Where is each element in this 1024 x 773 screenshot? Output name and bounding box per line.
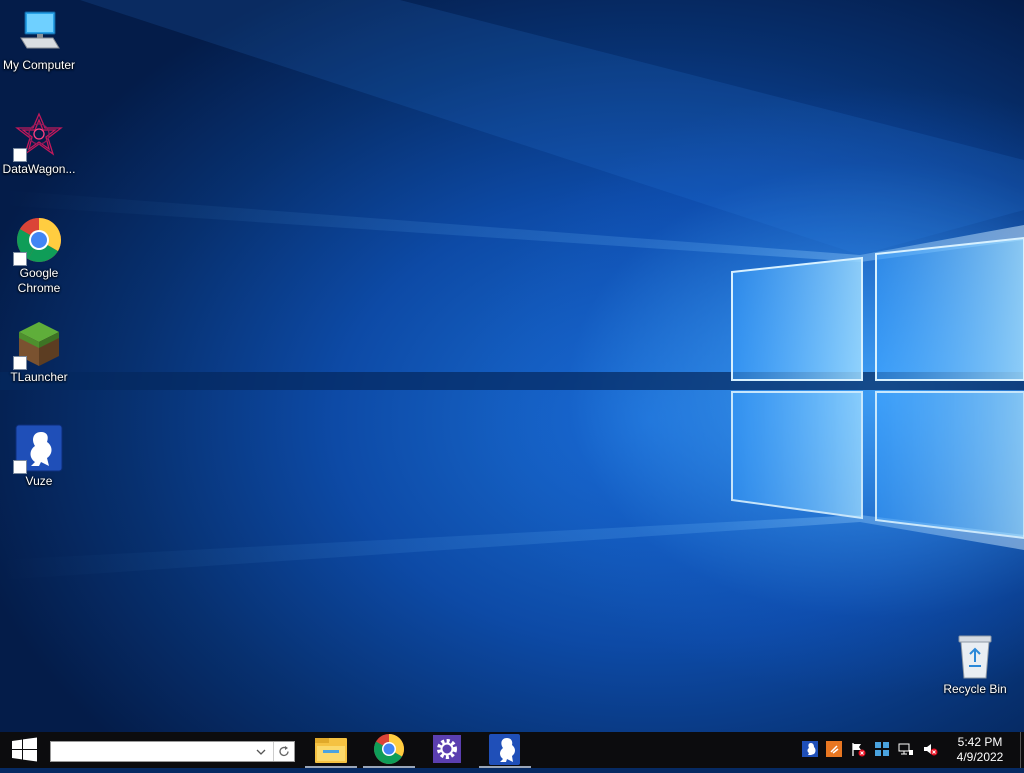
desktop-icon-label: Google Chrome <box>17 266 61 295</box>
desktop-icon-datawagon[interactable]: DataWagon... <box>0 112 78 177</box>
taskbar-app-chrome[interactable] <box>361 732 417 768</box>
desktop-icon-tlauncher[interactable]: TLauncher <box>0 320 78 385</box>
chrome-icon <box>13 216 63 266</box>
desktop-icon-label: Recycle Bin <box>943 682 1007 696</box>
clock-date: 4/9/2022 <box>956 750 1004 764</box>
show-desktop-button[interactable] <box>1020 732 1024 768</box>
shortcut-arrow-icon <box>13 252 27 266</box>
taskbar-app-file-explorer[interactable] <box>303 732 359 768</box>
taskbar-search-box[interactable] <box>50 741 295 762</box>
desktop-icon-recycle-bin[interactable]: Recycle Bin <box>936 632 1014 697</box>
desktop-icon-google-chrome[interactable]: Google Chrome <box>0 216 78 296</box>
recycle-bin-icon <box>951 632 999 680</box>
search-input[interactable] <box>53 743 249 760</box>
desktop-icon-my-computer[interactable]: My Computer <box>0 8 78 73</box>
taskbar-clock[interactable]: 5:42 PM 4/9/2022 <box>944 735 1016 765</box>
action-center-flag-icon[interactable] <box>850 741 866 757</box>
windows-logo-icon <box>12 737 37 762</box>
taskbar-app-settings[interactable] <box>419 732 475 768</box>
folder-icon <box>315 738 347 763</box>
volume-muted-icon[interactable] <box>922 741 938 757</box>
start-button[interactable] <box>0 732 48 768</box>
shortcut-arrow-icon <box>13 148 27 162</box>
taskbar: 5:42 PM 4/9/2022 <box>0 732 1024 768</box>
vuze-icon <box>489 734 520 765</box>
windows-defender-icon[interactable] <box>874 741 890 757</box>
computer-icon <box>15 8 63 56</box>
shortcut-arrow-icon <box>13 460 27 474</box>
clock-time: 5:42 PM <box>957 735 1003 749</box>
desktop-icon-label: Vuze <box>25 474 53 488</box>
desktop-icon-vuze[interactable]: Vuze <box>0 424 78 489</box>
gear-icon <box>433 735 461 763</box>
java-update-icon[interactable] <box>826 741 842 757</box>
desktop-icon-label: My Computer <box>2 58 76 72</box>
desktop-wallpaper <box>0 0 1024 732</box>
taskbar-app-vuze[interactable] <box>477 732 533 768</box>
refresh-icon[interactable] <box>273 742 295 761</box>
vuze-tray-icon[interactable] <box>802 741 818 757</box>
chrome-icon <box>373 734 405 765</box>
vuze-icon <box>13 424 63 474</box>
desktop-icon-label: TLauncher <box>10 370 68 384</box>
network-icon[interactable] <box>898 741 914 757</box>
datawagon-icon <box>13 112 63 162</box>
windows-logo-light-beams <box>0 0 1024 580</box>
tlauncher-icon <box>13 320 63 370</box>
chevron-down-icon[interactable] <box>251 742 271 761</box>
shortcut-arrow-icon <box>13 356 27 370</box>
desktop-icon-label: DataWagon... <box>2 162 76 176</box>
